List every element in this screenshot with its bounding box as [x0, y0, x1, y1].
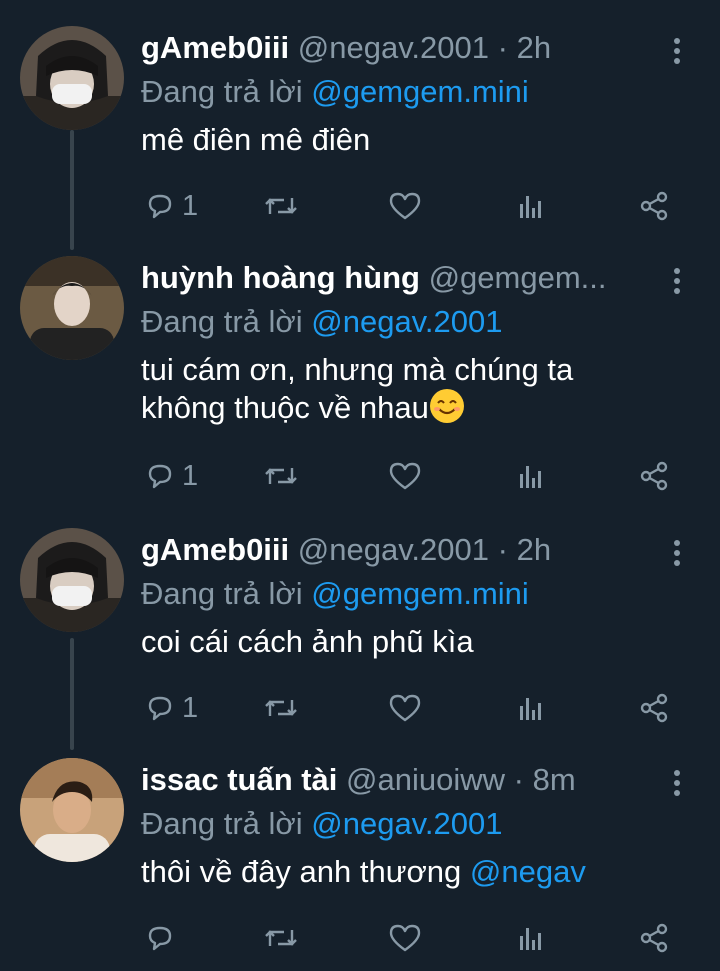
timestamp[interactable]: 8m	[533, 762, 576, 797]
avatar[interactable]	[20, 26, 124, 130]
retweet-icon	[265, 468, 297, 484]
reply-count: 1	[182, 189, 199, 222]
reply-icon	[148, 464, 172, 489]
tweet-text: coi cái cách ảnh phũ kìa	[141, 624, 474, 659]
author-handle[interactable]: @gemgem...	[429, 260, 607, 295]
heart-icon	[389, 462, 421, 490]
views-button[interactable]	[516, 456, 546, 496]
heart-icon	[389, 924, 421, 952]
replying-to-handle[interactable]: @negav.2001	[311, 304, 502, 339]
reply-icon	[148, 696, 172, 721]
share-button[interactable]	[638, 688, 670, 728]
share-icon	[640, 461, 668, 491]
separator-dot: ·	[513, 762, 524, 797]
tweet-actions: 1	[0, 456, 720, 496]
tweet-actions	[0, 918, 720, 958]
tweet-text-line: tui cám ơn, nhưng mà chúng ta	[141, 352, 574, 387]
share-icon	[640, 923, 668, 953]
mention-link[interactable]: @negav	[470, 854, 586, 889]
retweet-button[interactable]	[262, 186, 300, 226]
avatar[interactable]	[20, 256, 124, 360]
views-button[interactable]	[516, 186, 546, 226]
views-icon	[520, 698, 541, 720]
tweet-text-line-content: không thuộc về nhau	[141, 390, 429, 425]
like-button[interactable]	[388, 186, 422, 226]
share-button[interactable]	[638, 456, 670, 496]
tweet-header: huỳnh hoàng hùng @gemgem...	[141, 258, 671, 298]
smiling-face-emoji	[429, 388, 465, 424]
retweet-icon	[265, 930, 297, 946]
tweet-actions: 1	[0, 186, 720, 226]
more-vertical-icon[interactable]	[664, 36, 690, 66]
replying-to-handle[interactable]: @gemgem.mini	[311, 576, 529, 611]
views-button[interactable]	[516, 918, 546, 958]
more-vertical-icon[interactable]	[664, 538, 690, 568]
timestamp[interactable]: 2h	[517, 30, 551, 65]
share-button[interactable]	[638, 186, 670, 226]
author-name[interactable]: huỳnh hoàng hùng	[141, 260, 420, 295]
separator-dot: ·	[497, 532, 508, 567]
heart-icon	[389, 192, 421, 220]
reply-button[interactable]: 1	[144, 186, 198, 226]
share-icon	[640, 191, 668, 221]
tweet-text: mê điên mê điên	[141, 122, 371, 157]
tweet-header: gAmeb0iii @negav.2001 · 2h	[141, 28, 671, 68]
views-icon	[520, 196, 541, 218]
tweet-text-content: thôi về đây anh thương	[141, 854, 470, 889]
replying-to: Đang trả lời @negav.2001	[141, 302, 502, 342]
replying-to-label: Đang trả lời	[141, 576, 303, 611]
retweet-icon	[265, 700, 297, 716]
tweet-text: tui cám ơn, nhưng mà chúng ta không thuộ…	[141, 352, 701, 426]
replying-to-handle[interactable]: @gemgem.mini	[311, 74, 529, 109]
tweet-text-line: không thuộc về nhau	[141, 388, 701, 426]
replying-to: Đang trả lời @gemgem.mini	[141, 72, 529, 112]
timestamp[interactable]: 2h	[517, 532, 551, 567]
replying-to-handle[interactable]: @negav.2001	[311, 806, 502, 841]
author-name[interactable]: issac tuấn tài	[141, 762, 337, 797]
reply-count: 1	[182, 691, 199, 724]
retweet-icon	[265, 198, 297, 214]
retweet-button[interactable]	[262, 918, 300, 958]
reply-count: 1	[182, 459, 199, 492]
views-icon	[520, 466, 541, 488]
reply-button[interactable]	[144, 918, 182, 958]
separator-dot: ·	[497, 30, 508, 65]
reply-icon	[148, 926, 172, 951]
heart-icon	[389, 694, 421, 722]
retweet-button[interactable]	[262, 688, 300, 728]
tweet-header: gAmeb0iii @negav.2001 · 2h	[141, 530, 671, 570]
tweet-header: issac tuấn tài @aniuoiww · 8m	[141, 760, 671, 800]
more-vertical-icon[interactable]	[664, 768, 690, 798]
views-button[interactable]	[516, 688, 546, 728]
author-handle[interactable]: @aniuoiww	[346, 762, 505, 797]
replying-to: Đang trả lời @gemgem.mini	[141, 574, 529, 614]
share-icon	[640, 693, 668, 723]
retweet-button[interactable]	[262, 456, 300, 496]
replying-to-label: Đang trả lời	[141, 806, 303, 841]
reply-button[interactable]: 1	[144, 456, 198, 496]
like-button[interactable]	[388, 688, 422, 728]
tweet-text: thôi về đây anh thương @negav	[141, 854, 701, 890]
author-handle[interactable]: @negav.2001	[298, 30, 489, 65]
author-name[interactable]: gAmeb0iii	[141, 30, 289, 65]
reply-icon	[148, 194, 172, 219]
avatar[interactable]	[20, 528, 124, 632]
replying-to-label: Đang trả lời	[141, 74, 303, 109]
avatar[interactable]	[20, 758, 124, 862]
replying-to: Đang trả lời @negav.2001	[141, 804, 502, 844]
more-vertical-icon[interactable]	[664, 266, 690, 296]
author-handle[interactable]: @negav.2001	[298, 532, 489, 567]
tweet-actions: 1	[0, 688, 720, 728]
like-button[interactable]	[388, 918, 422, 958]
author-name[interactable]: gAmeb0iii	[141, 532, 289, 567]
replying-to-label: Đang trả lời	[141, 304, 303, 339]
views-icon	[520, 928, 541, 950]
reply-button[interactable]: 1	[144, 688, 198, 728]
share-button[interactable]	[638, 918, 670, 958]
like-button[interactable]	[388, 456, 422, 496]
